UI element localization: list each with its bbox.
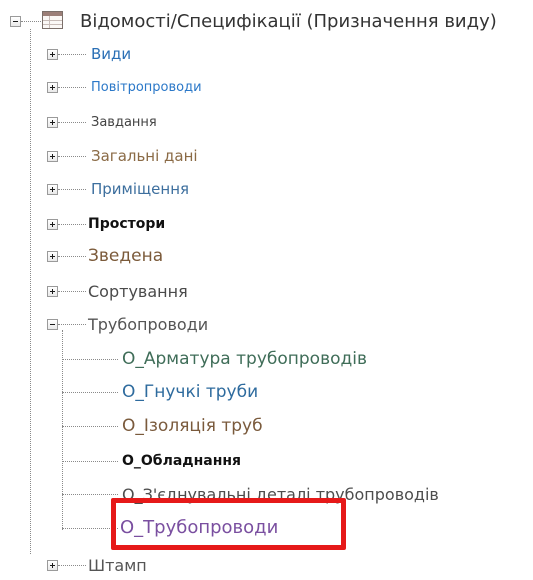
tree-group-label: Зведена (88, 246, 164, 266)
expand-toggle-icon[interactable] (47, 184, 58, 195)
tree-connector (58, 224, 86, 225)
collapse-toggle-icon[interactable] (47, 319, 58, 330)
tree-connector (62, 494, 118, 495)
tree-guide-line (62, 330, 63, 530)
tree-group-item[interactable]: Штамп (88, 550, 147, 580)
tree-group-label: Трубопроводи (88, 314, 209, 334)
project-browser-tree: Відомості/Специфікації (Призначення виду… (0, 0, 533, 575)
tree-connector (62, 461, 118, 462)
tree-group-label: Сортування (88, 281, 188, 301)
tree-root-label: Відомості/Специфікації (Призначення виду… (80, 10, 497, 32)
tree-connector (62, 359, 118, 360)
tree-schedule-label: О_Ізоляція труб (122, 416, 263, 436)
tree-group-item[interactable]: Повітропроводи (91, 72, 202, 102)
tree-group-item-expanded[interactable]: Трубопроводи (88, 309, 208, 339)
tree-connector (62, 392, 118, 393)
tree-schedule-item[interactable]: О_Гнучкі труби (122, 377, 258, 407)
tree-schedule-label: О_Гнучкі труби (122, 382, 259, 402)
expand-toggle-icon[interactable] (47, 251, 58, 262)
tree-group-item[interactable]: Завдання (91, 107, 157, 137)
tree-group-item[interactable]: Сортування (88, 276, 188, 306)
tree-group-label: Загальні дані (91, 147, 198, 165)
tree-group-label: Види (91, 45, 132, 63)
tree-group-label: Штамп (88, 555, 147, 575)
tree-connector (62, 528, 118, 529)
tree-group-item[interactable]: Зведена (88, 241, 163, 271)
tree-group-item[interactable]: Загальні дані (91, 141, 198, 171)
tree-connector (21, 21, 41, 22)
tree-schedule-label: О_Арматура трубопроводів (122, 349, 367, 369)
collapse-toggle-icon[interactable] (10, 16, 21, 27)
tree-connector (58, 122, 86, 123)
expand-toggle-icon[interactable] (47, 49, 58, 60)
expand-toggle-icon[interactable] (47, 151, 58, 162)
expand-toggle-icon[interactable] (47, 286, 58, 297)
expand-toggle-icon[interactable] (47, 117, 58, 128)
tree-connector (58, 87, 86, 88)
tree-group-label: Завдання (91, 114, 157, 130)
tree-schedule-label: О_Обладнання (122, 453, 242, 469)
tree-schedule-item[interactable]: О_Арматура трубопроводів (122, 344, 367, 374)
tree-connector (58, 324, 86, 325)
tree-root-schedules[interactable]: Відомості/Специфікації (Призначення виду… (80, 6, 497, 36)
schedule-table-icon (42, 11, 63, 29)
tree-connector (58, 291, 86, 292)
red-highlight-box (111, 498, 346, 550)
tree-connector (58, 156, 86, 157)
tree-group-item[interactable]: Приміщення (91, 174, 189, 204)
tree-group-label: Приміщення (91, 180, 190, 198)
expand-toggle-icon[interactable] (47, 82, 58, 93)
tree-connector (58, 189, 86, 190)
tree-guide-line (30, 29, 31, 554)
tree-schedule-item[interactable]: О_Обладнання (122, 446, 241, 476)
expand-toggle-icon[interactable] (47, 219, 58, 230)
tree-schedule-item[interactable]: О_Ізоляція труб (122, 411, 263, 441)
tree-group-label: Повітропроводи (91, 79, 202, 95)
tree-connector (62, 426, 118, 427)
tree-group-item[interactable]: Види (91, 39, 131, 69)
tree-connector (58, 54, 86, 55)
tree-group-item[interactable]: Простори (88, 209, 165, 239)
tree-connector (58, 256, 86, 257)
tree-group-label: Простори (88, 216, 166, 232)
